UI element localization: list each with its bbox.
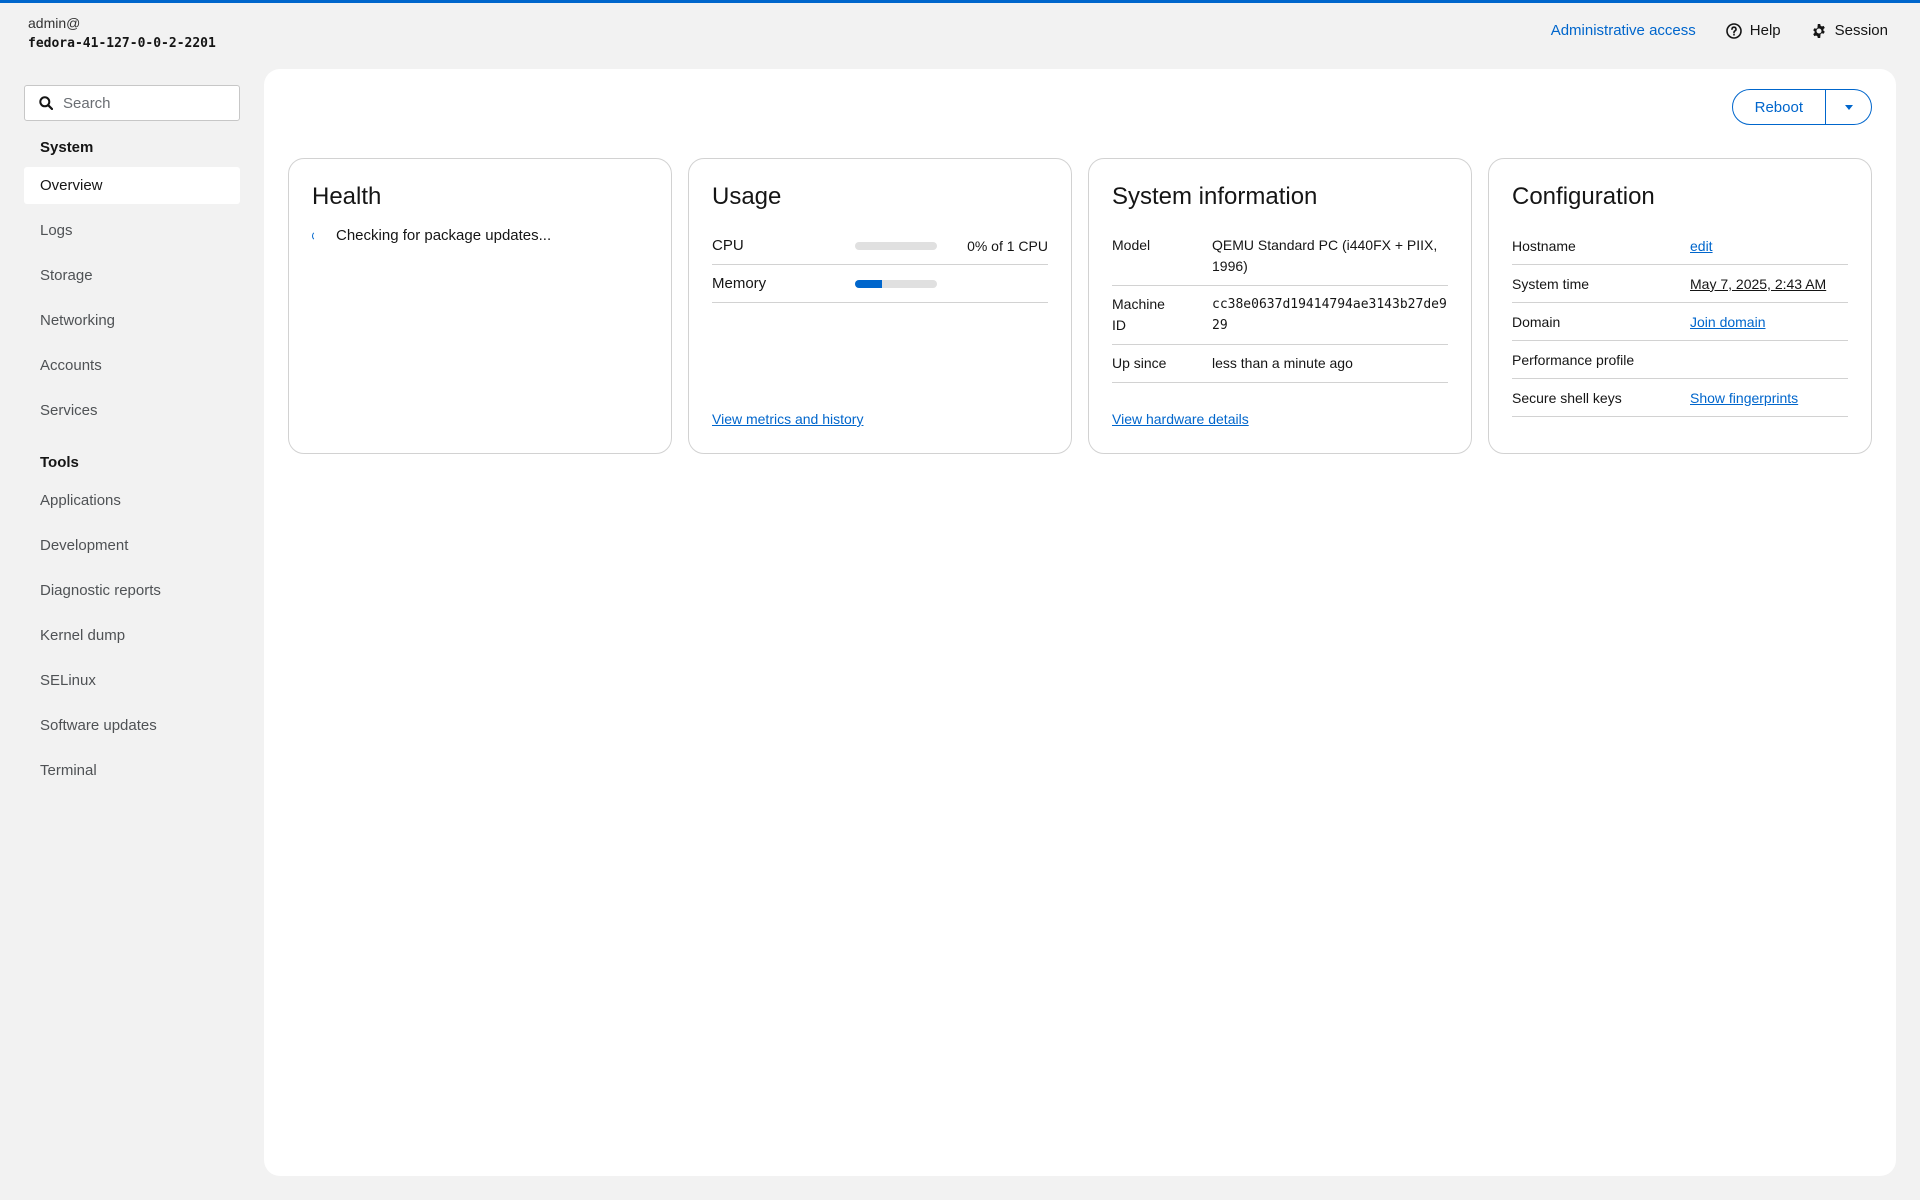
sysinfo-row-up-since: Up since less than a minute ago	[1112, 345, 1448, 383]
search-input[interactable]	[63, 94, 223, 112]
search-icon	[39, 96, 53, 110]
config-row-hostname: Hostname edit	[1512, 227, 1848, 265]
gear-icon	[1812, 23, 1825, 38]
sysinfo-row-machine-id: Machine ID cc38e0637d19414794ae3143b27de…	[1112, 286, 1448, 345]
reboot-button[interactable]: Reboot	[1731, 89, 1826, 125]
model-value: QEMU Standard PC (i440FX + PIIX, 1996)	[1212, 237, 1438, 274]
caret-down-icon	[1844, 105, 1853, 110]
nav-title-tools: Tools	[40, 454, 79, 471]
reboot-group: Reboot	[1731, 89, 1872, 125]
usage-row-memory: Memory	[712, 265, 1048, 303]
spinner-icon	[312, 230, 322, 241]
search-box[interactable]	[24, 85, 240, 121]
help-icon	[1725, 22, 1742, 39]
top-accent-bar	[0, 0, 1920, 3]
sidebar-item-selinux[interactable]: SELinux	[24, 662, 240, 699]
config-row-performance: Performance profile	[1512, 341, 1848, 379]
help-label: Help	[1749, 22, 1781, 39]
health-card: Health Checking for package updates...	[288, 158, 672, 454]
host-name: fedora-41-127-0-0-2-2201	[28, 36, 216, 51]
sidebar-item-storage[interactable]: Storage	[24, 257, 240, 294]
join-domain-link[interactable]: Join domain	[1690, 314, 1766, 330]
system-time-label: System time	[1512, 275, 1590, 292]
domain-label: Domain	[1512, 313, 1561, 330]
sidebar-item-kernel-dump[interactable]: Kernel dump	[24, 617, 240, 654]
sidebar-item-services[interactable]: Services	[24, 392, 240, 429]
host-user: admin@	[28, 15, 81, 31]
config-row-domain: Domain Join domain	[1512, 303, 1848, 341]
administrative-access-link[interactable]: Administrative access	[1551, 22, 1696, 39]
cpu-label: CPU	[712, 237, 744, 254]
memory-bar	[855, 279, 937, 288]
usage-row-cpu: CPU 0% of 1 CPU	[712, 227, 1048, 265]
model-label: Model	[1112, 237, 1151, 253]
sidebar-item-software-updates[interactable]: Software updates	[24, 707, 240, 744]
usage-title: Usage	[712, 183, 782, 210]
session-label: Session	[1834, 22, 1888, 39]
view-metrics-link[interactable]: View metrics and history	[712, 411, 863, 427]
help-button[interactable]: Help	[1725, 22, 1781, 39]
config-row-ssh-keys: Secure shell keys Show fingerprints	[1512, 379, 1848, 417]
performance-profile-label: Performance profile	[1512, 351, 1635, 368]
cpu-value: 0% of 1 CPU	[967, 237, 1048, 254]
usage-card: Usage CPU 0% of 1 CPU Memory View metric…	[688, 158, 1072, 454]
system-time-link[interactable]: May 7, 2025, 2:43 AM	[1690, 276, 1826, 292]
hostname-label: Hostname	[1512, 237, 1576, 254]
health-status: Checking for package updates...	[312, 227, 648, 244]
sidebar-item-networking[interactable]: Networking	[24, 302, 240, 339]
sidebar-item-development[interactable]: Development	[24, 527, 240, 564]
cpu-bar	[855, 241, 937, 250]
config-row-system-time: System time May 7, 2025, 2:43 AM	[1512, 265, 1848, 303]
config-title: Configuration	[1512, 183, 1655, 210]
machine-id-value: cc38e0637d19414794ae3143b27de929	[1212, 297, 1447, 333]
nav-title-system: System	[40, 139, 94, 156]
show-fingerprints-link[interactable]: Show fingerprints	[1690, 390, 1798, 406]
sidebar-item-overview[interactable]: Overview	[24, 167, 240, 204]
sidebar-item-terminal[interactable]: Terminal	[24, 752, 240, 789]
machine-id-label: Machine ID	[1112, 296, 1165, 333]
sidebar-item-accounts[interactable]: Accounts	[24, 347, 240, 384]
configuration-card: Configuration Hostname edit System time …	[1488, 158, 1872, 454]
header-actions: Administrative access Help Session	[1551, 22, 1888, 39]
main-panel: Reboot Health Checking for package updat…	[264, 69, 1896, 1176]
nav-section-tools: Tools Applications Development Diagnosti…	[24, 452, 240, 789]
session-button[interactable]: Session	[1811, 22, 1888, 39]
sysinfo-title: System information	[1112, 183, 1318, 210]
up-since-label: Up since	[1112, 355, 1167, 371]
health-title: Health	[312, 183, 382, 210]
memory-label: Memory	[712, 275, 767, 292]
sidebar-item-diagnostic-reports[interactable]: Diagnostic reports	[24, 572, 240, 609]
sidebar-item-applications[interactable]: Applications	[24, 482, 240, 519]
ssh-keys-label: Secure shell keys	[1512, 389, 1622, 406]
health-status-text: Checking for package updates...	[336, 227, 552, 244]
sidebar-item-logs[interactable]: Logs	[24, 212, 240, 249]
up-since-value: less than a minute ago	[1212, 355, 1353, 371]
sysinfo-row-model: Model QEMU Standard PC (i440FX + PIIX, 1…	[1112, 227, 1448, 286]
view-hardware-link[interactable]: View hardware details	[1112, 411, 1249, 427]
system-information-card: System information Model QEMU Standard P…	[1088, 158, 1472, 454]
host-identity: admin@ fedora-41-127-0-0-2-2201	[28, 14, 216, 54]
memory-bar-fill	[855, 279, 883, 288]
hostname-edit-link[interactable]: edit	[1690, 238, 1713, 254]
reboot-dropdown-toggle[interactable]	[1826, 89, 1872, 125]
nav-section-system: System Overview Logs Storage Networking …	[24, 137, 240, 429]
